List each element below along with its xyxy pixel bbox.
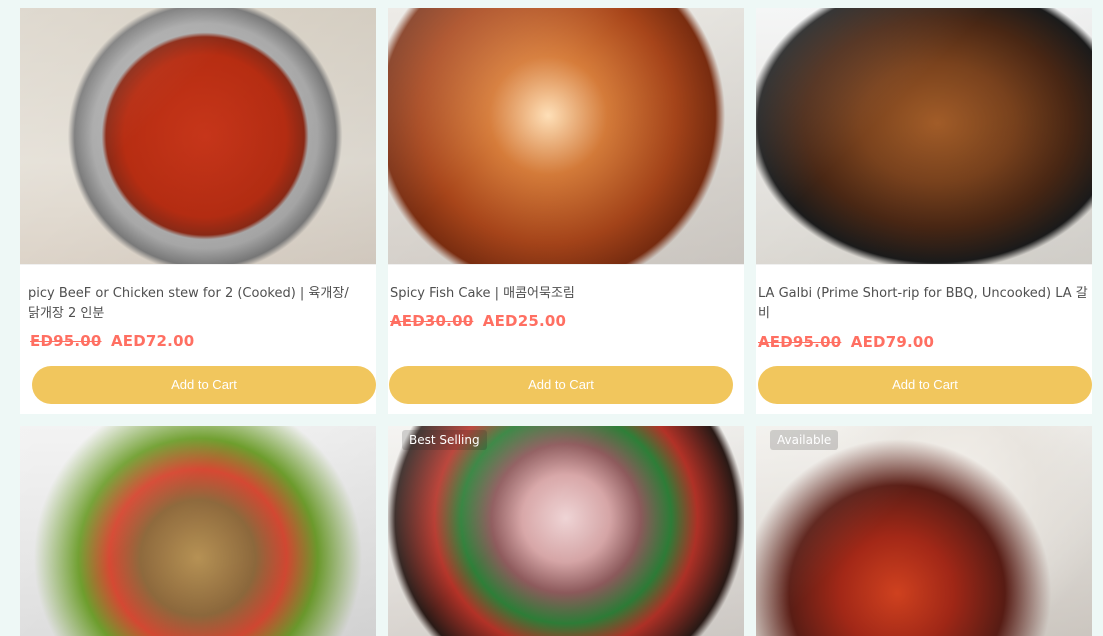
divider xyxy=(20,264,376,265)
product-card-6: Available xyxy=(756,426,1092,636)
availability-badge: Available xyxy=(770,430,839,450)
divider xyxy=(756,264,1092,265)
product-image[interactable]: Best Selling xyxy=(388,426,744,636)
product-price: AED30.00 AED25.00 xyxy=(390,312,566,330)
product-card-1: picy BeeF or Chicken stew for 2 (Cooked)… xyxy=(20,8,376,414)
old-price: ED95.00 xyxy=(30,332,102,350)
product-grid: picy BeeF or Chicken stew for 2 (Cooked)… xyxy=(0,0,1103,636)
divider xyxy=(388,264,744,265)
product-image[interactable] xyxy=(388,8,744,264)
product-image[interactable] xyxy=(756,8,1092,264)
sale-price: AED72.00 xyxy=(110,332,195,350)
product-name[interactable]: Spicy Fish Cake | 매콤어묵조림 xyxy=(390,284,720,304)
product-price: ED95.00 AED72.00 xyxy=(30,332,194,350)
add-to-cart-button[interactable]: Add to Cart xyxy=(389,366,733,404)
sale-price: AED79.00 xyxy=(850,333,935,351)
product-card-4 xyxy=(20,426,376,636)
add-to-cart-button[interactable]: Add to Cart xyxy=(758,366,1092,404)
old-price: AED95.00 xyxy=(758,333,842,351)
old-price: AED30.00 xyxy=(390,312,474,330)
product-card-2: Spicy Fish Cake | 매콤어묵조림 AED30.00 AED25.… xyxy=(388,8,744,414)
product-card-3: LA Galbi (Prime Short-rip for BBQ, Uncoo… xyxy=(756,8,1092,414)
product-name[interactable]: picy BeeF or Chicken stew for 2 (Cooked)… xyxy=(28,284,358,324)
product-name[interactable]: LA Galbi (Prime Short-rip for BBQ, Uncoo… xyxy=(758,284,1090,324)
sale-price: AED25.00 xyxy=(482,312,567,330)
product-price: AED95.00 AED79.00 xyxy=(758,333,934,351)
add-to-cart-button[interactable]: Add to Cart xyxy=(32,366,376,404)
product-image[interactable] xyxy=(20,426,376,636)
best-selling-badge: Best Selling xyxy=(402,430,487,450)
product-image[interactable]: Available xyxy=(756,426,1092,636)
product-card-5: Best Selling xyxy=(388,426,744,636)
product-image[interactable] xyxy=(20,8,376,264)
product-grid-page: picy BeeF or Chicken stew for 2 (Cooked)… xyxy=(0,0,1103,636)
